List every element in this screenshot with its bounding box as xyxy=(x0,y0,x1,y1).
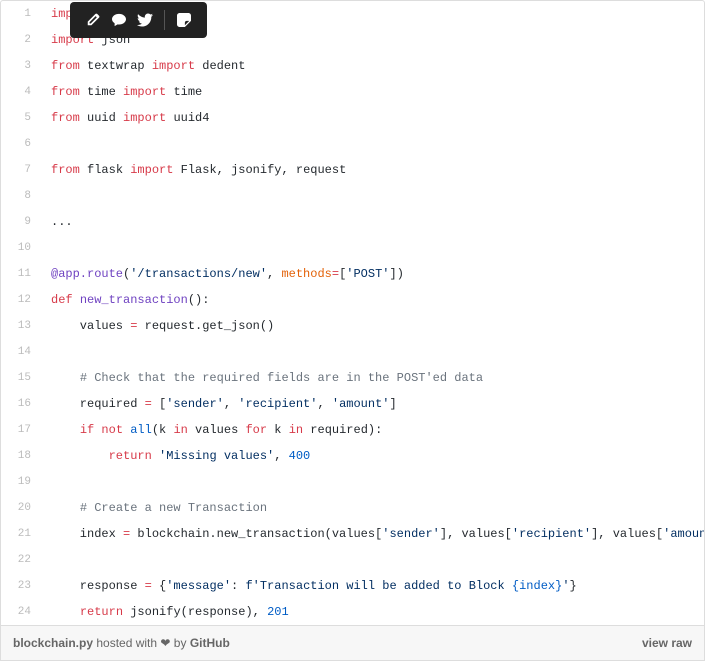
line-content xyxy=(41,235,705,261)
line-content: def new_transaction(): xyxy=(41,287,705,313)
code-line: 6 xyxy=(1,131,705,157)
code-line: 16 required = ['sender', 'recipient', 'a… xyxy=(1,391,705,417)
line-number[interactable]: 10 xyxy=(1,235,41,261)
line-content: from flask import Flask, jsonify, reques… xyxy=(41,157,705,183)
hosted-text: hosted with xyxy=(93,636,160,650)
by-text: by xyxy=(170,636,189,650)
line-content: return 'Missing values', 400 xyxy=(41,443,705,469)
line-number[interactable]: 14 xyxy=(1,339,41,365)
line-content: values = request.get_json() xyxy=(41,313,705,339)
view-raw-link[interactable]: view raw xyxy=(642,636,692,650)
code-line: 12def new_transaction(): xyxy=(1,287,705,313)
line-number[interactable]: 11 xyxy=(1,261,41,287)
code-line: 20 # Create a new Transaction xyxy=(1,495,705,521)
line-content xyxy=(41,183,705,209)
line-content: index = blockchain.new_transaction(value… xyxy=(41,521,705,547)
code-line: 3from textwrap import dedent xyxy=(1,53,705,79)
code-line: 24 return jsonify(response), 201 xyxy=(1,599,705,625)
line-number[interactable]: 12 xyxy=(1,287,41,313)
code-line: 15 # Check that the required fields are … xyxy=(1,365,705,391)
line-content xyxy=(41,339,705,365)
code-line: 13 values = request.get_json() xyxy=(1,313,705,339)
line-content xyxy=(41,547,705,573)
line-content: required = ['sender', 'recipient', 'amou… xyxy=(41,391,705,417)
floating-toolbar xyxy=(70,2,207,38)
heart-icon: ❤ xyxy=(160,636,170,650)
line-content: if not all(k in values for k in required… xyxy=(41,417,705,443)
line-number[interactable]: 23 xyxy=(1,573,41,599)
line-number[interactable]: 8 xyxy=(1,183,41,209)
twitter-icon[interactable] xyxy=(132,10,158,30)
code-line: 7from flask import Flask, jsonify, reque… xyxy=(1,157,705,183)
footer-left: blockchain.py hosted with ❤ by GitHub xyxy=(13,636,230,650)
line-content: return jsonify(response), 201 xyxy=(41,599,705,625)
line-content: @app.route('/transactions/new', methods=… xyxy=(41,261,705,287)
line-number[interactable]: 5 xyxy=(1,105,41,131)
line-number[interactable]: 7 xyxy=(1,157,41,183)
line-content xyxy=(41,469,705,495)
gist-footer: blockchain.py hosted with ❤ by GitHub vi… xyxy=(0,626,705,661)
code-line: 19 xyxy=(1,469,705,495)
github-link[interactable]: GitHub xyxy=(190,636,230,650)
line-number[interactable]: 20 xyxy=(1,495,41,521)
code-line: 10 xyxy=(1,235,705,261)
line-number[interactable]: 3 xyxy=(1,53,41,79)
line-content: from textwrap import dedent xyxy=(41,53,705,79)
line-number[interactable]: 21 xyxy=(1,521,41,547)
code-line: 17 if not all(k in values for k in requi… xyxy=(1,417,705,443)
line-number[interactable]: 24 xyxy=(1,599,41,625)
line-number[interactable]: 9 xyxy=(1,209,41,235)
line-number[interactable]: 1 xyxy=(1,1,41,27)
code-line: 8 xyxy=(1,183,705,209)
code-line: 11@app.route('/transactions/new', method… xyxy=(1,261,705,287)
line-number[interactable]: 19 xyxy=(1,469,41,495)
line-number[interactable]: 22 xyxy=(1,547,41,573)
line-content: from uuid import uuid4 xyxy=(41,105,705,131)
sticker-icon[interactable] xyxy=(171,10,197,30)
code-line: 21 index = blockchain.new_transaction(va… xyxy=(1,521,705,547)
line-number[interactable]: 13 xyxy=(1,313,41,339)
code-line: 14 xyxy=(1,339,705,365)
code-table: 1import hashlib2import json3from textwra… xyxy=(1,1,705,625)
toolbar-divider xyxy=(164,10,165,30)
line-content: response = {'message': f'Transaction wil… xyxy=(41,573,705,599)
filename-link[interactable]: blockchain.py xyxy=(13,636,93,650)
line-content xyxy=(41,131,705,157)
code-viewer: 1import hashlib2import json3from textwra… xyxy=(0,0,705,626)
line-number[interactable]: 4 xyxy=(1,79,41,105)
line-content: from time import time xyxy=(41,79,705,105)
code-line: 5from uuid import uuid4 xyxy=(1,105,705,131)
line-number[interactable]: 17 xyxy=(1,417,41,443)
code-line: 22 xyxy=(1,547,705,573)
code-line: 9... xyxy=(1,209,705,235)
code-line: 23 response = {'message': f'Transaction … xyxy=(1,573,705,599)
pencil-icon[interactable] xyxy=(80,10,106,30)
line-content: # Check that the required fields are in … xyxy=(41,365,705,391)
line-number[interactable]: 2 xyxy=(1,27,41,53)
line-number[interactable]: 15 xyxy=(1,365,41,391)
code-line: 18 return 'Missing values', 400 xyxy=(1,443,705,469)
line-number[interactable]: 18 xyxy=(1,443,41,469)
line-content: ... xyxy=(41,209,705,235)
comment-icon[interactable] xyxy=(106,10,132,30)
line-content: # Create a new Transaction xyxy=(41,495,705,521)
code-line: 4from time import time xyxy=(1,79,705,105)
line-number[interactable]: 6 xyxy=(1,131,41,157)
line-number[interactable]: 16 xyxy=(1,391,41,417)
